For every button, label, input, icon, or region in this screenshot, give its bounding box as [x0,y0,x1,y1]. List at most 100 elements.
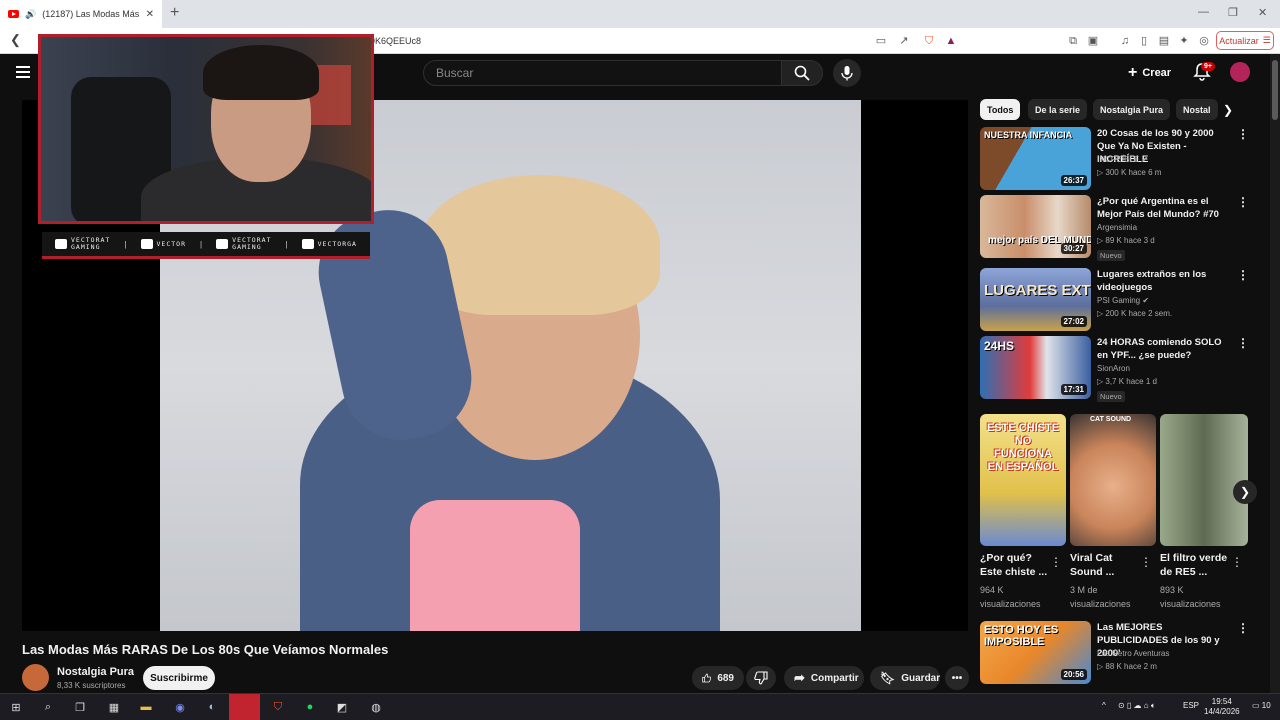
wallet-icon[interactable]: ▤ [1157,34,1171,48]
active-app-icon[interactable] [229,694,260,720]
chip-de-la-serie[interactable]: De la serie [1028,99,1088,120]
recommendation-title[interactable]: Lugares extraños en los videojuegos [1097,268,1231,294]
more-vertical-icon[interactable]: ⋮ [1231,555,1243,569]
chip-nostalgia-pura[interactable]: Nostalgia Pura [1093,99,1171,120]
more-vertical-icon[interactable]: ⋮ [1237,336,1249,350]
short-views: 3 M de visualizaciones [1070,585,1131,609]
app-icon-2[interactable]: ◩ [332,698,352,716]
search-input[interactable]: Buscar [423,60,782,86]
discord-icon[interactable]: ◉ [170,698,190,716]
more-vertical-icon[interactable]: ⋮ [1237,621,1249,635]
close-window-button[interactable]: ✕ [1258,6,1267,19]
media-icon[interactable]: ♫ [1118,34,1132,48]
recommendation-item[interactable]: ESTO HOY ES IMPOSIBLE 20:56 Las MEJORES … [980,621,1249,685]
short-title[interactable]: Viral Cat Sound ... [1070,551,1140,579]
more-vertical-icon[interactable]: ⋮ [1237,268,1249,282]
video-duration: 27:02 [1060,316,1087,327]
reader-icon[interactable]: ▯ [1137,34,1151,48]
chip-todos[interactable]: Todos [980,99,1021,120]
steam-icon[interactable]: ◐ [202,698,222,716]
file-explorer-icon[interactable]: ▬ [136,698,156,716]
short-views: 964 K visualizaciones [980,585,1041,609]
recommendation-title[interactable]: 24 HORAS comiendo SOLO en YPF... ¿se pue… [1097,336,1231,362]
channel-avatar[interactable] [22,664,49,691]
recommendation-item[interactable]: NUESTRA INFANCIA 26:37 20 Cosas de los 9… [980,127,1249,191]
brave-rewards-icon[interactable]: ▲ [944,34,958,48]
more-vertical-icon[interactable]: ⋮ [1140,555,1152,569]
short-thumbnail[interactable]: CAT SOUND [1070,414,1156,546]
tray-chevron-icon[interactable]: ^ [1102,701,1106,710]
browser-tab[interactable]: 🔊 (12187) Las Modas Más RARAS ✕ [0,0,162,28]
update-label: Actualizar [1219,35,1259,46]
video-duration: 30:27 [1060,243,1087,254]
task-view-icon[interactable]: ❐ [70,698,90,716]
channel-name[interactable]: Nostalgia Pura [57,666,134,678]
save-button[interactable]: 🔖︎ Guardar [870,666,940,690]
social-youtube: VECTORAT GAMING [55,237,110,251]
new-tab-button[interactable]: + [170,4,179,22]
recommendation-item[interactable]: mejor país DEL MUNDO 30:27 ¿Por qué Arge… [980,195,1249,261]
subscribe-button[interactable]: Suscribirme [143,666,215,690]
video-thumbnail[interactable]: NUESTRA INFANCIA 26:37 [980,127,1091,190]
page-scrollbar[interactable] [1270,54,1280,693]
video-thumbnail[interactable]: mejor país DEL MUNDO 30:27 [980,195,1091,258]
short-views: 893 K visualizaciones [1160,585,1221,609]
update-button[interactable]: Actualizar ☰ [1216,31,1274,50]
chips-next-icon[interactable]: ❯ [1223,103,1233,117]
video-thumbnail[interactable]: ESTO HOY ES IMPOSIBLE 20:56 [980,621,1091,684]
new-badge: Nuevo [1097,250,1125,261]
spotify-icon[interactable]: ● [300,698,320,716]
back-icon[interactable]: ❮ [10,32,21,48]
extensions-icon[interactable]: ⧉ [1066,34,1080,48]
recommendation-title[interactable]: ¿Por qué Argentina es el Mejor País del … [1097,195,1231,221]
account-avatar[interactable] [1230,62,1250,82]
share-page-icon[interactable]: ↗ [897,34,911,48]
keyboard-language[interactable]: ESP [1183,701,1199,710]
sidebar-icon[interactable]: ▣ [1086,34,1100,48]
verified-icon: ✔ [1141,155,1149,164]
tray-icons[interactable]: ⊙ ▯ ☁ ⌂ 🔈︎ [1118,701,1156,711]
app-icon[interactable]: ▦ [104,698,124,716]
short-title[interactable]: ¿Por qué? Este chiste ... [980,551,1050,579]
voice-search-button[interactable] [833,59,861,87]
scrollbar-thumb[interactable] [1272,60,1278,120]
maximize-button[interactable]: ❐ [1228,6,1238,19]
clock-time: 19:54 [1211,697,1232,706]
hamburger-menu-icon[interactable] [16,66,30,78]
more-vertical-icon[interactable]: ⋮ [1237,127,1249,141]
short-thumbnail[interactable]: ESTE CHISTE NO FUNCIONA EN ESPAÑOL [980,414,1066,546]
notification-center-icon[interactable]: ▭ 10 [1252,701,1271,710]
video-thumbnail[interactable]: LUGARES EXTRAÑOS 27:02 [980,268,1091,331]
more-vertical-icon[interactable]: ⋮ [1050,555,1062,569]
chip-nostalgia-more[interactable]: Nostal [1176,99,1218,120]
short-title[interactable]: El filtro verde de RE5 ... [1160,551,1230,579]
video-figure-hair [420,175,660,315]
vpn-icon[interactable]: ◎ [1197,34,1211,48]
more-vertical-icon[interactable]: ⋮ [1237,195,1249,209]
recommendation-item[interactable]: 24HS 17:31 24 HORAS comiendo SOLO en YPF… [980,336,1249,402]
system-clock[interactable]: 19:54 14/4/2026 [1204,697,1240,717]
minimize-button[interactable]: — [1198,6,1209,18]
twitter-icon [216,239,229,249]
shorts-next-button[interactable]: ❯ [1233,480,1257,504]
windows-start-icon[interactable]: ⊞ [6,698,26,716]
like-button[interactable]: 689 [692,666,744,690]
short-thumbnail[interactable] [1160,414,1248,546]
app-icon-3[interactable]: ◍ [366,698,386,716]
brave-shield-icon[interactable]: ⛉ [922,34,936,48]
brave-browser-icon[interactable]: ⛉ [268,698,288,716]
search-button[interactable] [781,60,823,86]
share-button[interactable]: ➦ Compartir [784,666,864,690]
search-icon[interactable]: ⌕ [38,698,58,716]
leo-ai-icon[interactable]: ✦ [1177,34,1191,48]
video-thumbnail[interactable]: 24HS 17:31 [980,336,1091,399]
tab-close-icon[interactable]: ✕ [146,9,154,20]
create-button[interactable]: + Crear [1128,63,1171,83]
speaker-icon: 🔊 [25,8,37,19]
webcam-streamer-hair [203,45,319,100]
thumbnail-text: LUGARES EXTRAÑOS [984,282,1091,299]
dislike-button[interactable] [746,666,776,690]
recommendation-item[interactable]: LUGARES EXTRAÑOS 27:02 Lugares extraños … [980,268,1249,332]
cast-icon[interactable]: ▭ [874,34,888,48]
more-actions-button[interactable]: ••• [945,666,969,690]
